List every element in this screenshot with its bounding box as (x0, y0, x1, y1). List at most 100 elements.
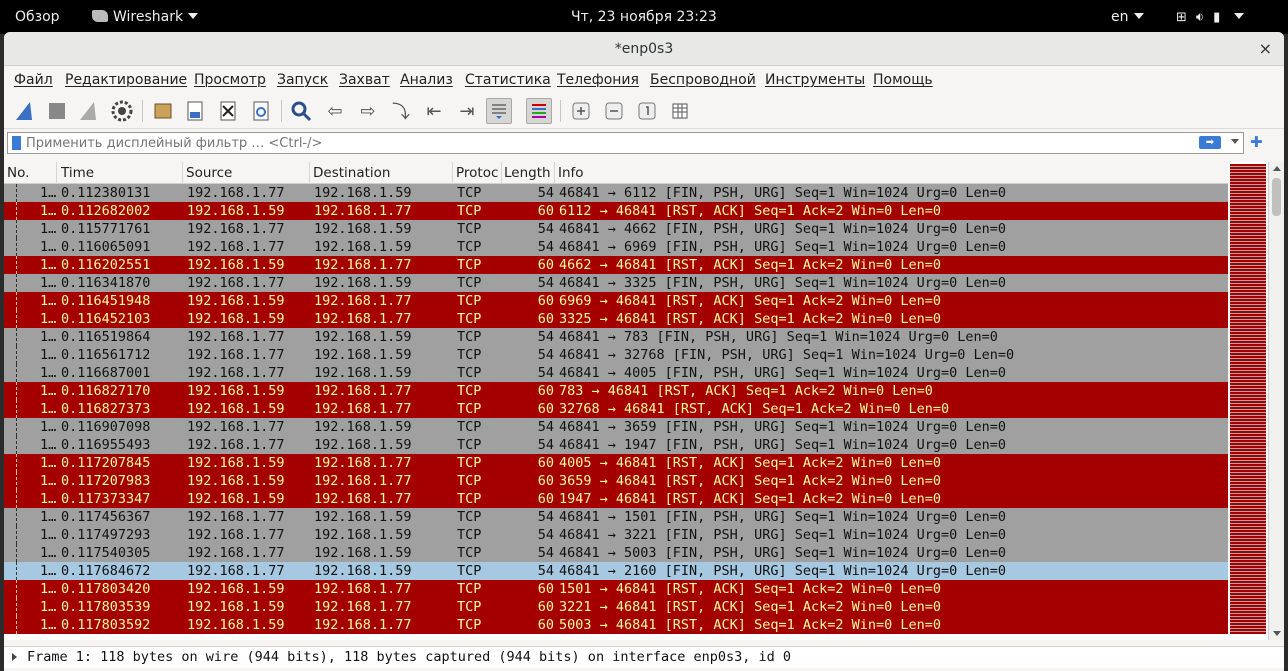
column-length[interactable]: Length (504, 165, 556, 181)
column-source[interactable]: Source (186, 165, 306, 181)
packet-row[interactable]: 1… 0.117803420 192.168.1.59 192.168.1.77 TCP… (4, 580, 1228, 598)
capture-options-gear-icon[interactable] (109, 98, 135, 124)
column-destination[interactable]: Destination (313, 165, 453, 181)
cell-len: 60 (537, 617, 554, 633)
cell-proto: TCP (457, 527, 482, 543)
column-time[interactable]: Time (61, 165, 181, 181)
colorize-packet-list-icon[interactable] (526, 98, 552, 124)
vertical-scrollbar[interactable] (1268, 162, 1284, 640)
go-forward-icon[interactable]: ⇨ (355, 98, 381, 124)
cell-src: 192.168.1.77 (187, 239, 285, 255)
menu-capture[interactable]: Захват (339, 72, 390, 88)
apply-filter-arrow-icon[interactable]: ➡ (1199, 136, 1221, 149)
packet-row[interactable]: 1… 0.112682002 192.168.1.59 192.168.1.77 TCP… (4, 202, 1228, 220)
add-filter-button-plus-icon[interactable]: ✚ (1250, 133, 1263, 151)
column-no[interactable]: No. (7, 165, 57, 181)
menu-tools[interactable]: Инструменты (765, 72, 865, 88)
packet-row[interactable]: 1… 0.116907098 192.168.1.77 192.168.1.59 TCP… (4, 418, 1228, 436)
clock[interactable]: Чт, 23 ноября 23:23 (571, 9, 717, 25)
packet-row[interactable]: 1… 0.116955493 192.168.1.77 192.168.1.59 TCP… (4, 436, 1228, 454)
menu-edit[interactable]: Редактирование (65, 72, 187, 88)
system-menu[interactable]: ⊞ 🔉︎ ▮ (1176, 9, 1253, 25)
cell-proto: TCP (457, 581, 482, 597)
packet-row[interactable]: 1… 0.115771761 192.168.1.77 192.168.1.59 TCP… (4, 220, 1228, 238)
packet-row[interactable]: 1… 0.116827170 192.168.1.59 192.168.1.77 TCP… (4, 382, 1228, 400)
menu-telephony[interactable]: Телефония (557, 72, 639, 88)
keyboard-layout-indicator[interactable]: en (1111, 9, 1144, 25)
activities-overview-button[interactable]: Обзор (15, 9, 60, 25)
cell-no: 1… (40, 599, 57, 615)
cell-len: 54 (537, 365, 554, 381)
last-packet-icon[interactable]: ⇥ (454, 98, 480, 124)
display-filter-input[interactable] (26, 134, 1176, 152)
menu-analyze[interactable]: Анализ (400, 72, 453, 88)
scroll-down-arrow-icon[interactable] (1273, 631, 1281, 636)
packet-row[interactable]: 1… 0.117373347 192.168.1.59 192.168.1.77 TCP… (4, 490, 1228, 508)
resize-columns-icon[interactable] (667, 98, 693, 124)
packet-row[interactable]: 1… 0.117207983 192.168.1.59 192.168.1.77 TCP… (4, 472, 1228, 490)
packet-row[interactable]: 1… 0.117540305 192.168.1.77 192.168.1.59 TCP… (4, 544, 1228, 562)
go-back-icon[interactable]: ⇦ (322, 98, 348, 124)
cell-dst: 192.168.1.59 (314, 527, 412, 543)
frame-summary-line[interactable]: Frame 1: 118 bytes on wire (944 bits), 1… (27, 649, 791, 665)
menu-view[interactable]: Просмотр (194, 72, 266, 88)
cell-proto: TCP (457, 617, 482, 633)
cell-proto: TCP (457, 509, 482, 525)
related-packet-marker (16, 544, 17, 562)
packet-row[interactable]: 1… 0.117684672 192.168.1.77 192.168.1.59 TCP… (4, 562, 1228, 580)
menu-file[interactable]: Файл (14, 72, 53, 88)
open-file-icon[interactable] (150, 98, 176, 124)
find-packet-search-icon[interactable] (288, 98, 314, 124)
packet-row[interactable]: 1… 0.116561712 192.168.1.77 192.168.1.59 TCP… (4, 346, 1228, 364)
column-info[interactable]: Info (558, 165, 758, 181)
normal-size-icon[interactable] (634, 98, 660, 124)
reload-file-icon[interactable] (248, 98, 274, 124)
cell-dst: 192.168.1.77 (314, 311, 412, 327)
packet-row[interactable]: 1… 0.116452103 192.168.1.59 192.168.1.77 TCP… (4, 310, 1228, 328)
close-file-icon[interactable] (215, 98, 241, 124)
packet-list[interactable]: No. Time Source Destination Protoc Lengt… (4, 162, 1228, 640)
close-icon[interactable]: × (1259, 39, 1272, 58)
filter-bookmark-icon[interactable] (12, 136, 21, 150)
packet-row[interactable]: 1… 0.116202551 192.168.1.59 192.168.1.77 TCP… (4, 256, 1228, 274)
app-menu-button[interactable]: Wireshark (92, 9, 199, 25)
packet-row[interactable]: 1… 0.117456367 192.168.1.77 192.168.1.59 TCP… (4, 508, 1228, 526)
autoscroll-icon[interactable] (486, 98, 512, 124)
toolbar-separator (142, 100, 143, 122)
gnome-top-bar: Обзор Wireshark Чт, 23 ноября 23:23 en ⊞… (0, 0, 1288, 34)
restart-capture-icon[interactable] (76, 98, 102, 124)
zoom-out-icon[interactable] (601, 98, 627, 124)
packet-row[interactable]: 1… 0.112380131 192.168.1.77 192.168.1.59 TCP… (4, 184, 1228, 202)
packet-row[interactable]: 1… 0.117803592 192.168.1.59 192.168.1.77 TCP… (4, 616, 1228, 634)
packet-list-intelligent-scrollbar[interactable] (1228, 162, 1268, 640)
menu-go[interactable]: Запуск (277, 72, 328, 88)
zoom-in-icon[interactable] (568, 98, 594, 124)
menu-statistics[interactable]: Статистика (465, 72, 551, 88)
related-packet-marker (16, 220, 17, 238)
column-protocol[interactable]: Protoc (456, 165, 502, 181)
packet-row[interactable]: 1… 0.116519864 192.168.1.77 192.168.1.59 TCP… (4, 328, 1228, 346)
cell-src: 192.168.1.59 (187, 383, 285, 399)
expand-triangle-icon[interactable] (12, 653, 17, 661)
menu-wireless[interactable]: Беспроводной (650, 72, 756, 88)
scroll-up-arrow-icon[interactable] (1273, 166, 1281, 171)
packet-row[interactable]: 1… 0.117497293 192.168.1.77 192.168.1.59 TCP… (4, 526, 1228, 544)
menu-help[interactable]: Помощь (873, 72, 933, 88)
first-packet-icon[interactable]: ⇤ (421, 98, 447, 124)
scrollbar-thumb[interactable] (1272, 178, 1281, 216)
related-packet-marker (16, 310, 17, 328)
packet-row[interactable]: 1… 0.116451948 192.168.1.59 192.168.1.77 TCP… (4, 292, 1228, 310)
packet-row[interactable]: 1… 0.116687001 192.168.1.77 192.168.1.59 TCP… (4, 364, 1228, 382)
go-to-packet-icon[interactable]: ⤵ (388, 98, 414, 124)
cell-no: 1… (40, 581, 57, 597)
packet-row[interactable]: 1… 0.116065091 192.168.1.77 192.168.1.59 TCP… (4, 238, 1228, 256)
packet-row[interactable]: 1… 0.117803539 192.168.1.59 192.168.1.77 TCP… (4, 598, 1228, 616)
stop-capture-icon[interactable] (44, 98, 70, 124)
packet-row[interactable]: 1… 0.117207845 192.168.1.59 192.168.1.77 TCP… (4, 454, 1228, 472)
packet-row[interactable]: 1… 0.116827373 192.168.1.59 192.168.1.77 TCP… (4, 400, 1228, 418)
packet-row[interactable]: 1… 0.116341870 192.168.1.77 192.168.1.59 TCP… (4, 274, 1228, 292)
title-bar[interactable]: *enp0s3 × (4, 32, 1284, 66)
start-capture-icon[interactable] (12, 98, 38, 124)
filter-history-chevron-down-icon[interactable] (1231, 139, 1239, 144)
save-file-icon[interactable] (182, 98, 208, 124)
